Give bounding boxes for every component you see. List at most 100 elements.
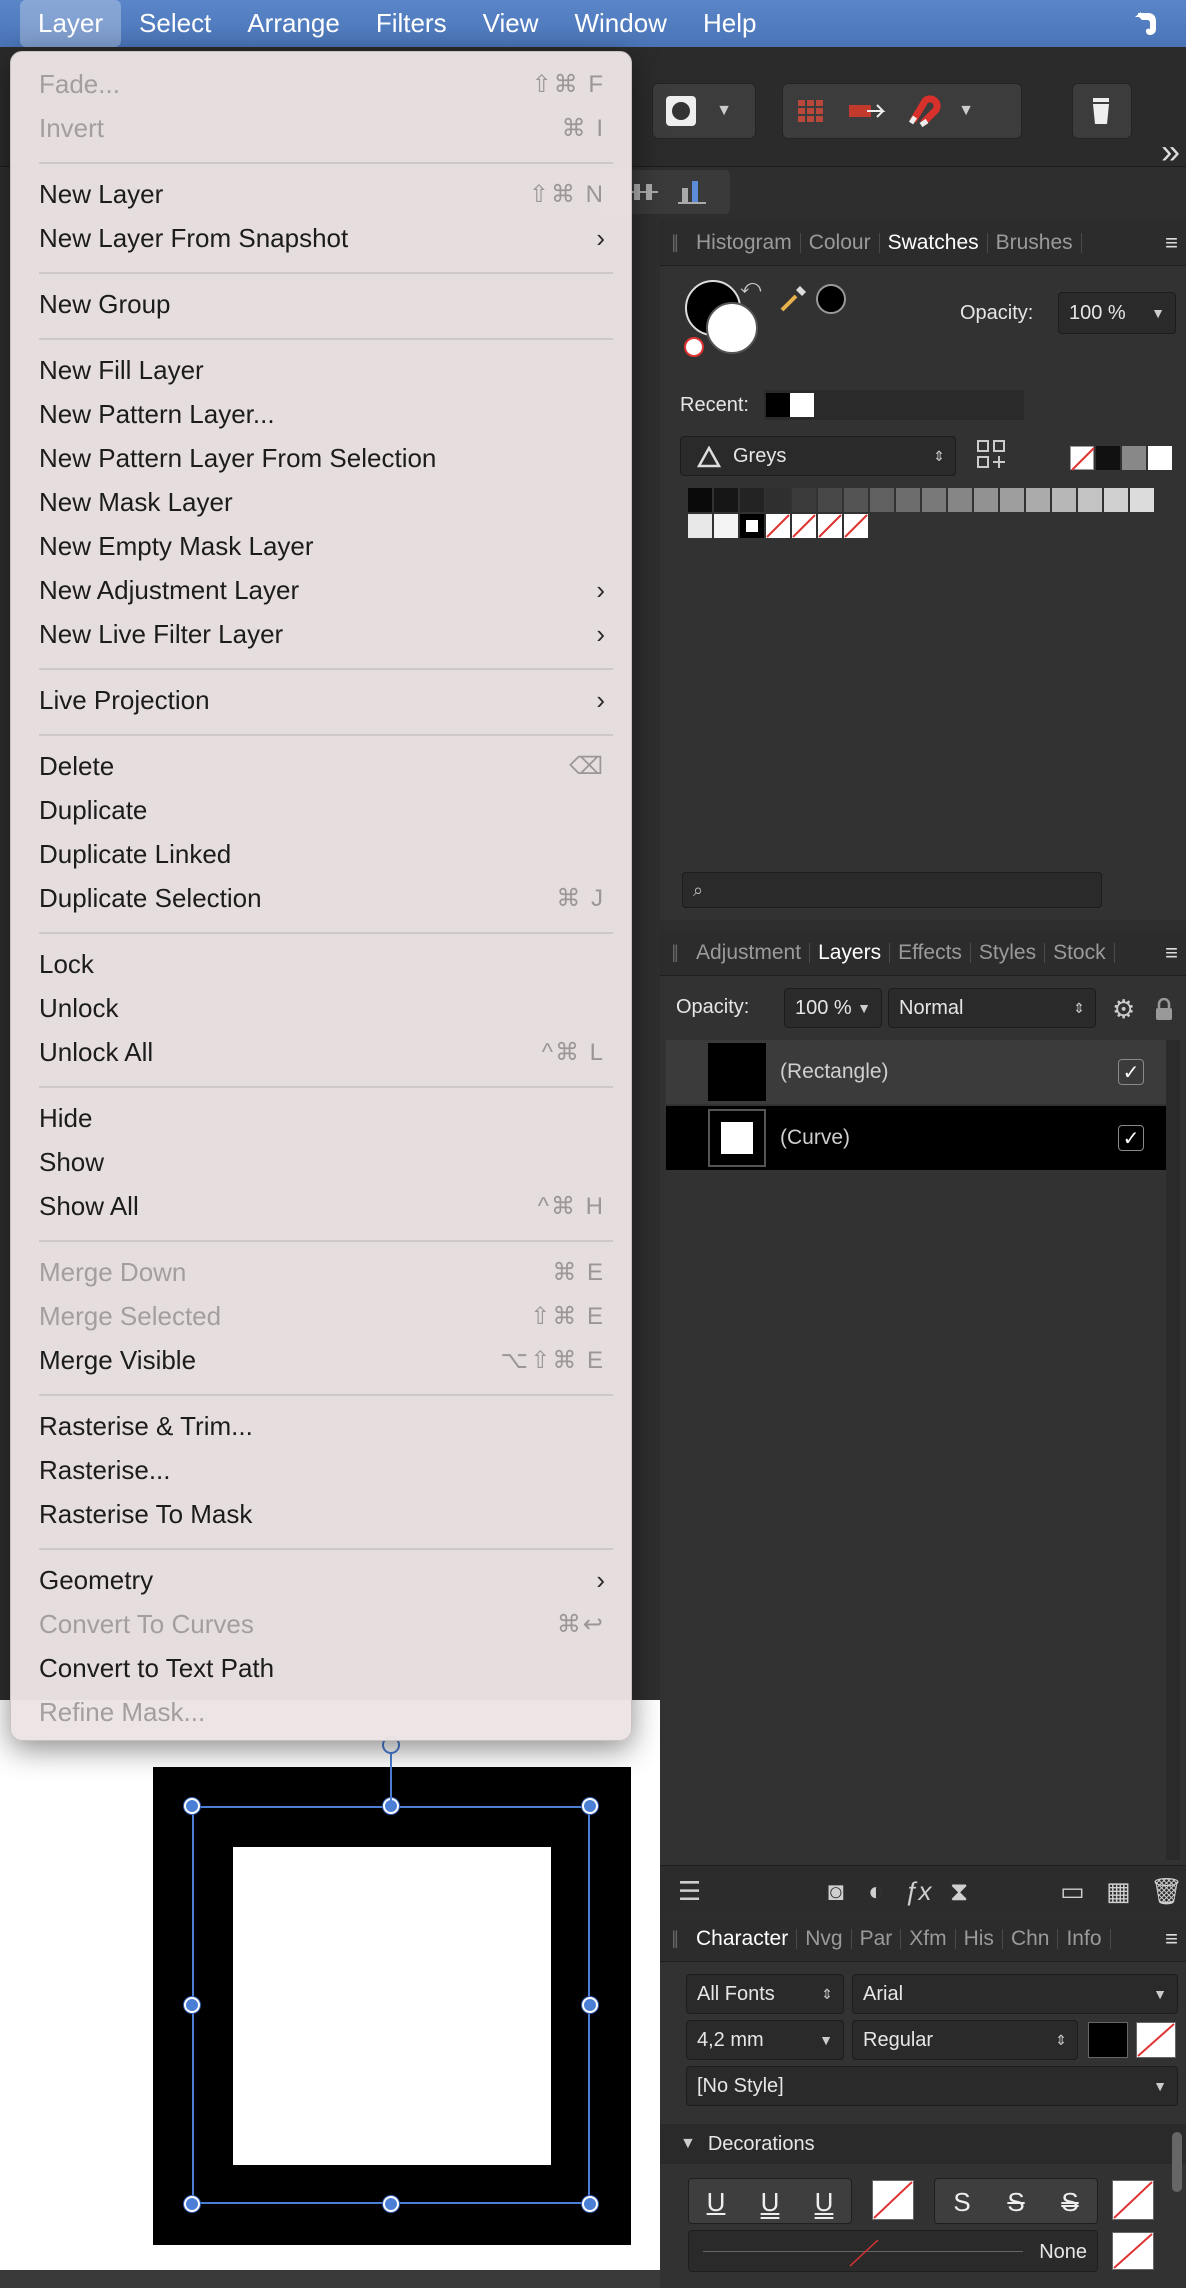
menu-view[interactable]: View: [465, 0, 557, 47]
decorations-header[interactable]: ▼ Decorations: [660, 2124, 1186, 2164]
menu-item-duplicate[interactable]: Duplicate: [39, 790, 613, 830]
tab-character[interactable]: Character: [688, 1928, 798, 1949]
tab-transform[interactable]: Xfm: [901, 1928, 956, 1949]
menu-help[interactable]: Help: [685, 0, 774, 47]
palette-swatch[interactable]: [818, 488, 842, 512]
underline-single-icon[interactable]: U: [689, 2179, 743, 2223]
underline-custom-icon[interactable]: U: [797, 2179, 851, 2223]
tab-stock[interactable]: Stock: [1045, 942, 1115, 963]
tab-navigator[interactable]: Nvg: [797, 1928, 852, 1949]
menu-item-delete[interactable]: Delete ⌫: [39, 746, 613, 786]
layer-visibility-checkbox[interactable]: ✓: [1118, 1059, 1144, 1085]
palette-swatch[interactable]: [870, 488, 894, 512]
swap-colours-icon[interactable]: ⤺: [740, 276, 761, 299]
selection-handle[interactable]: [184, 1798, 200, 1814]
tab-adjustment[interactable]: Adjustment: [688, 942, 811, 963]
palette-swatch[interactable]: [740, 488, 764, 512]
magnet-snapping-icon[interactable]: [895, 84, 951, 138]
palette-swatch[interactable]: [792, 488, 816, 512]
menu-item-new-pattern-layer-from-selection[interactable]: New Pattern Layer From Selection: [39, 438, 613, 478]
none-swatch[interactable]: [1070, 446, 1095, 471]
white-swatch[interactable]: [1148, 446, 1172, 470]
gear-icon[interactable]: ⚙: [1112, 994, 1135, 1025]
menu-item-hide[interactable]: Hide: [39, 1098, 613, 1138]
palette-swatch[interactable]: [766, 488, 790, 512]
palette-swatch[interactable]: [740, 514, 764, 538]
menu-item-merge-visible[interactable]: Merge Visible ⌥⇧⌘ E: [39, 1340, 613, 1380]
underline-style-field[interactable]: None: [688, 2230, 1098, 2272]
menu-item-new-live-filter-layer[interactable]: New Live Filter Layer ›: [39, 614, 613, 654]
panel-grip-icon[interactable]: ||: [660, 942, 688, 963]
menu-item-duplicate-selection[interactable]: Duplicate Selection ⌘ J: [39, 878, 613, 918]
font-style-select[interactable]: Regular ⇕: [852, 2020, 1078, 2060]
tab-swatches[interactable]: Swatches: [880, 232, 988, 253]
align-bottom-icon[interactable]: [678, 178, 706, 206]
panel-grip-icon[interactable]: ||: [660, 1928, 688, 1949]
menu-item-geometry[interactable]: Geometry ›: [39, 1560, 613, 1600]
menu-item-new-adjustment-layer[interactable]: New Adjustment Layer ›: [39, 570, 613, 610]
palette-swatch[interactable]: [922, 488, 946, 512]
character-scrollbar[interactable]: [1172, 2132, 1182, 2192]
palette-swatch[interactable]: [1104, 488, 1128, 512]
align-center-icon[interactable]: [630, 178, 658, 206]
menu-item-new-mask-layer[interactable]: New Mask Layer: [39, 482, 613, 522]
text-stroke-swatch[interactable]: [1136, 2022, 1176, 2058]
palette-swatch[interactable]: [948, 488, 972, 512]
palette-swatch[interactable]: [1052, 488, 1076, 512]
palette-swatch[interactable]: [688, 488, 712, 512]
chevron-down-icon[interactable]: ▼: [951, 84, 981, 138]
paragraph-style-select[interactable]: [No Style] ▼: [686, 2066, 1178, 2106]
menu-window[interactable]: Window: [556, 0, 684, 47]
layers-scrollbar[interactable]: [1166, 1040, 1180, 1860]
font-size-field[interactable]: 4,2 mm ▼: [686, 2020, 844, 2060]
swatch-search-input[interactable]: ⌕: [682, 872, 1102, 908]
menu-item-rasterise-trim[interactable]: Rasterise & Trim...: [39, 1406, 613, 1446]
palette-swatch[interactable]: [714, 514, 738, 538]
layers-stack-icon[interactable]: ☰: [678, 1876, 701, 1907]
menu-item-convert-to-text-path[interactable]: Convert to Text Path: [39, 1648, 613, 1688]
grey-swatch[interactable]: [1122, 446, 1146, 470]
strikethrough-single-icon[interactable]: S: [989, 2179, 1043, 2223]
menu-item-new-empty-mask-layer[interactable]: New Empty Mask Layer: [39, 526, 613, 566]
font-family-select[interactable]: Arial ▼: [852, 1974, 1178, 2014]
picked-colour-swatch[interactable]: [816, 284, 846, 314]
palette-swatch[interactable]: [1078, 488, 1102, 512]
none-swatch[interactable]: [766, 514, 790, 538]
palette-swatch[interactable]: [844, 488, 868, 512]
selection-handle[interactable]: [184, 1997, 200, 2013]
palette-swatch[interactable]: [1000, 488, 1024, 512]
tab-layers[interactable]: Layers: [810, 942, 891, 963]
selection-handle[interactable]: [582, 1798, 598, 1814]
palette-swatch[interactable]: [714, 488, 738, 512]
menu-layer[interactable]: Layer: [20, 0, 122, 47]
none-swatch[interactable]: [818, 514, 842, 538]
menu-item-show-all[interactable]: Show All ^⌘ H: [39, 1186, 613, 1226]
pixel-layer-icon[interactable]: ▦: [1106, 1876, 1131, 1907]
tab-styles[interactable]: Styles: [971, 942, 1046, 963]
fill-colour-well[interactable]: [706, 302, 758, 354]
underline-double-icon[interactable]: U: [743, 2179, 797, 2223]
menu-item-unlock-all[interactable]: Unlock All ^⌘ L: [39, 1032, 613, 1072]
panel-grip-icon[interactable]: ||: [660, 232, 688, 253]
menu-item-new-pattern-layer[interactable]: New Pattern Layer...: [39, 394, 613, 434]
menu-item-new-group[interactable]: New Group: [39, 284, 613, 324]
layer-row-rectangle[interactable]: (Rectangle) ✓: [666, 1040, 1166, 1104]
palette-swatch[interactable]: [1026, 488, 1050, 512]
panel-menu-icon[interactable]: ≡: [1165, 940, 1178, 966]
tab-histogram[interactable]: Histogram: [688, 232, 801, 253]
opacity-field[interactable]: 100 % ▼: [1058, 292, 1176, 334]
selection-handle[interactable]: [582, 2196, 598, 2212]
menu-item-rasterise-to-mask[interactable]: Rasterise To Mask: [39, 1494, 613, 1534]
tab-brushes[interactable]: Brushes: [988, 232, 1082, 253]
menu-arrange[interactable]: Arrange: [229, 0, 358, 47]
black-swatch[interactable]: [1096, 446, 1120, 470]
adjustment-icon[interactable]: ◐: [868, 1876, 884, 1907]
circle-mode-icon[interactable]: [653, 84, 709, 138]
none-swatch[interactable]: [844, 514, 868, 538]
evernote-elephant-icon[interactable]: [1130, 7, 1162, 39]
none-swatch[interactable]: [792, 514, 816, 538]
palette-swatch[interactable]: [1130, 488, 1154, 512]
tab-history[interactable]: His: [956, 1928, 1003, 1949]
folder-icon[interactable]: ▭: [1060, 1876, 1085, 1907]
recent-swatch[interactable]: [766, 393, 790, 417]
